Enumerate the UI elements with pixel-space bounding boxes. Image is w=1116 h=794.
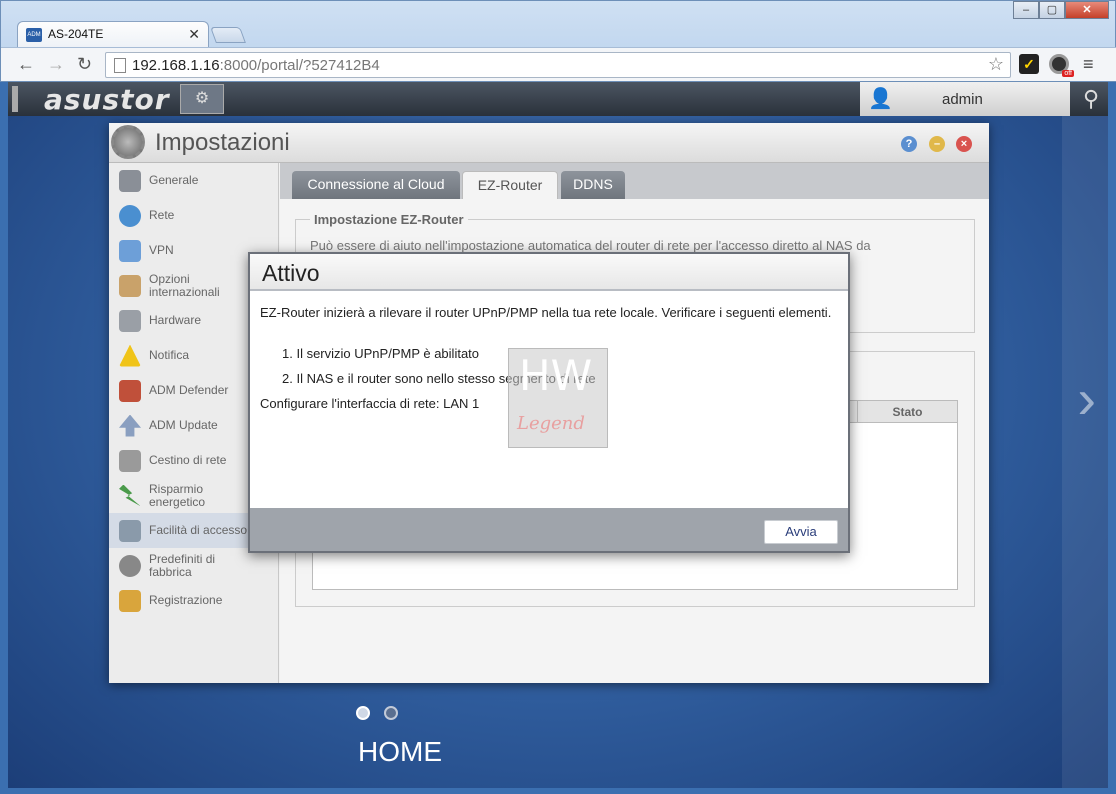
avvia-button[interactable]: Avvia (764, 520, 838, 544)
minimize-button[interactable]: – (1013, 1, 1039, 19)
sidebar-item-generale[interactable]: Generale (109, 163, 279, 198)
home-label: HOME (358, 736, 442, 767)
tab-ddns[interactable]: DDNS (561, 171, 625, 199)
sidebar-handle[interactable] (12, 86, 18, 112)
page-dot-1[interactable] (356, 706, 370, 720)
window-header: Impostazioni ? – × (109, 123, 989, 163)
tab-close-icon[interactable]: ✕ (188, 26, 200, 43)
forward-arrow-icon[interactable]: → (47, 54, 65, 75)
browser-tab[interactable]: ADM AS-204TE ✕ (17, 21, 209, 47)
menu-icon[interactable]: ≡ (1083, 54, 1094, 75)
reset-icon (119, 554, 141, 577)
reload-icon[interactable]: ↻ (77, 54, 92, 75)
sidebar-item-registrazione[interactable]: Registrazione (109, 583, 279, 618)
energy-icon (119, 484, 141, 507)
section-title: Impostazione EZ-Router (310, 212, 468, 227)
tab-bar: Connessione al Cloud EZ-Router DDNS (280, 163, 989, 199)
back-arrow-icon[interactable]: ← (17, 54, 35, 75)
firewall-icon (119, 379, 141, 402)
server-icon (119, 169, 141, 192)
sidebar-item-predefiniti[interactable]: Predefiniti di fabbrica (109, 548, 279, 583)
router-icon (119, 519, 141, 542)
column-header-stato[interactable]: Stato (857, 401, 957, 423)
adm-favicon-icon: ADM (26, 28, 42, 42)
dialog-intro: EZ-Router inizierà a rilevare il router … (260, 305, 832, 320)
sidebar-item-rete[interactable]: Rete (109, 198, 279, 233)
dialog-footer: Avvia (250, 508, 848, 551)
dialog-item-1: 1. Il servizio UPnP/PMP è abilitato (282, 346, 480, 361)
dialog-config: Configurare l'interfaccia di rete: LAN 1 (260, 396, 480, 411)
browser-toolbar: ← → ↻ 192.168.1.16:8000/portal/?527412B4… (1, 47, 1116, 81)
network-icon (119, 204, 141, 227)
clock-icon (119, 274, 141, 297)
browser-chrome: ADM AS-204TE ✕ – ▢ ✕ ← → ↻ 192.168.1.16:… (0, 0, 1116, 82)
search-icon[interactable]: ⚲ (1074, 82, 1108, 116)
watermark-top: HW (519, 351, 593, 400)
extension-badge: off (1062, 70, 1074, 77)
minimize-icon[interactable]: – (929, 136, 945, 152)
gear-icon (111, 125, 145, 159)
vpn-icon (119, 239, 141, 262)
user-name: admin (942, 91, 983, 108)
hardware-icon (119, 309, 141, 332)
tab-connessione-cloud[interactable]: Connessione al Cloud (292, 171, 460, 199)
activate-dialog: Attivo EZ-Router inizierà a rilevare il … (248, 252, 850, 553)
dialog-header: Attivo (250, 254, 848, 291)
window-controls: – ▢ ✕ (1013, 1, 1109, 19)
tab-title: AS-204TE (48, 27, 104, 41)
watermark-bottom: Legend (517, 413, 585, 434)
warning-icon (119, 344, 141, 367)
user-icon: 👤 (868, 88, 893, 110)
address-bar[interactable]: 192.168.1.16:8000/portal/?527412B4 ☆ (105, 52, 1011, 78)
extension-off-icon[interactable]: off (1049, 54, 1074, 77)
tab-ez-router[interactable]: EZ-Router (462, 171, 558, 199)
url-text[interactable]: 192.168.1.16:8000/portal/?527412B4 (132, 57, 380, 74)
extension-check-icon[interactable]: ✓ (1019, 54, 1039, 74)
close-window-button[interactable]: ✕ (1065, 1, 1109, 19)
asustor-logo: asustor (44, 83, 170, 116)
maximize-button[interactable]: ▢ (1039, 1, 1065, 19)
update-arrow-icon (119, 414, 141, 437)
new-tab-button[interactable] (210, 27, 246, 43)
help-icon[interactable]: ? (901, 136, 917, 152)
settings-app-icon[interactable]: ⚙ (180, 84, 224, 114)
page-indicator (356, 706, 398, 720)
right-panel (1062, 116, 1108, 788)
page-dot-2[interactable] (384, 706, 398, 720)
dialog-title: Attivo (262, 260, 320, 286)
user-menu[interactable]: 👤 admin (860, 82, 1070, 116)
chevron-right-icon[interactable]: › (1077, 366, 1096, 431)
clipboard-icon (119, 589, 141, 612)
adm-topbar: asustor ⚙ 👤 admin ⚲ (8, 82, 1108, 116)
bookmark-star-icon[interactable]: ☆ (988, 54, 1004, 75)
page-icon (114, 58, 126, 73)
trash-icon (119, 449, 141, 472)
window-title: Impostazioni (155, 129, 290, 156)
close-icon[interactable]: × (956, 136, 972, 152)
watermark-logo: HW Legend (508, 348, 608, 448)
